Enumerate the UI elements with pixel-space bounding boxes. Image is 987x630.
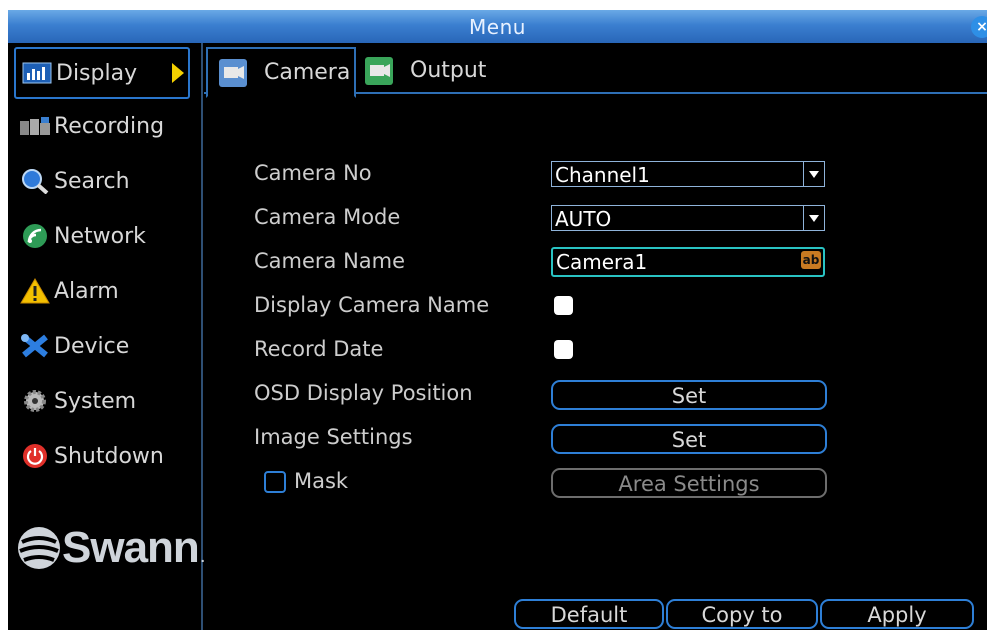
title-bar: Menu × bbox=[8, 10, 987, 43]
sidebar-item-label: Alarm bbox=[54, 278, 119, 304]
chevron-down-icon[interactable] bbox=[803, 162, 824, 186]
dvr-menu-window: Menu × Display Recording Search Network … bbox=[8, 10, 987, 630]
network-icon bbox=[18, 223, 52, 249]
swann-logo-icon bbox=[18, 527, 60, 569]
tab-bar: Camera Output bbox=[204, 43, 987, 98]
sidebar-item-label: Display bbox=[56, 60, 138, 86]
camera-name-label: Camera Name bbox=[254, 249, 406, 273]
sidebar-item-label: Shutdown bbox=[54, 443, 164, 469]
sidebar-item-label: Recording bbox=[54, 113, 165, 139]
system-icon bbox=[18, 388, 52, 414]
output-tab-icon bbox=[365, 56, 393, 85]
sidebar-item-shutdown[interactable]: Shutdown bbox=[14, 432, 190, 480]
camera-name-value: Camera1 bbox=[556, 250, 648, 274]
apply-button[interactable]: Apply bbox=[820, 599, 974, 629]
display-camera-name-label: Display Camera Name bbox=[254, 293, 490, 317]
camera-no-value: Channel1 bbox=[555, 163, 650, 187]
camera-mode-value: AUTO bbox=[555, 207, 612, 231]
sidebar-item-device[interactable]: Device bbox=[14, 322, 190, 370]
sidebar-item-recording[interactable]: Recording bbox=[14, 102, 190, 150]
sidebar-item-label: Search bbox=[54, 168, 130, 194]
camera-mode-select[interactable]: AUTO bbox=[551, 205, 825, 231]
mask-label: Mask bbox=[294, 469, 349, 493]
swann-logo: Swann. bbox=[16, 523, 205, 573]
search-icon bbox=[18, 168, 52, 194]
osd-position-set-button[interactable]: Set bbox=[551, 380, 827, 410]
sidebar-item-alarm[interactable]: Alarm bbox=[14, 267, 190, 315]
chevron-down-icon[interactable] bbox=[803, 206, 824, 230]
camera-tab-icon bbox=[219, 58, 247, 87]
sidebar-item-label: Network bbox=[54, 223, 146, 249]
tab-output[interactable]: Output bbox=[354, 47, 504, 94]
image-settings-set-button[interactable]: Set bbox=[551, 424, 827, 454]
display-icon bbox=[20, 60, 54, 86]
tab-label: Camera bbox=[264, 60, 351, 85]
close-button[interactable]: × bbox=[971, 16, 987, 38]
logo-text: Swann bbox=[62, 523, 200, 572]
display-camera-name-checkbox[interactable] bbox=[554, 296, 573, 315]
keyboard-icon[interactable]: ab bbox=[801, 251, 821, 269]
active-arrow-icon bbox=[172, 63, 184, 83]
camera-settings-panel: Camera No Channel1 Camera Mode AUTO Came… bbox=[204, 94, 987, 630]
image-settings-label: Image Settings bbox=[254, 425, 413, 449]
tab-camera[interactable]: Camera bbox=[206, 47, 356, 98]
copy-to-button[interactable]: Copy to bbox=[666, 599, 818, 629]
sidebar-item-system[interactable]: System bbox=[14, 377, 190, 425]
shutdown-icon bbox=[18, 443, 52, 469]
sidebar-item-display[interactable]: Display bbox=[14, 47, 190, 99]
sidebar-item-network[interactable]: Network bbox=[14, 212, 190, 260]
record-date-checkbox[interactable] bbox=[554, 340, 573, 359]
default-button[interactable]: Default bbox=[514, 599, 664, 629]
mask-checkbox[interactable] bbox=[264, 471, 286, 493]
device-icon bbox=[18, 333, 52, 359]
sidebar: Display Recording Search Network Alarm D… bbox=[8, 43, 205, 630]
recording-icon bbox=[18, 113, 52, 139]
tab-label: Output bbox=[410, 58, 487, 83]
area-settings-button[interactable]: Area Settings bbox=[551, 468, 827, 498]
record-date-label: Record Date bbox=[254, 337, 384, 361]
sidebar-item-label: System bbox=[54, 388, 137, 414]
camera-no-select[interactable]: Channel1 bbox=[551, 161, 825, 187]
camera-mode-label: Camera Mode bbox=[254, 205, 401, 229]
sidebar-item-label: Device bbox=[54, 333, 130, 359]
window-title: Menu bbox=[469, 15, 526, 39]
osd-position-label: OSD Display Position bbox=[254, 381, 473, 405]
sidebar-item-search[interactable]: Search bbox=[14, 157, 190, 205]
alarm-icon bbox=[18, 278, 52, 304]
camera-name-input[interactable]: Camera1 ab bbox=[551, 247, 825, 277]
camera-no-label: Camera No bbox=[254, 161, 372, 185]
